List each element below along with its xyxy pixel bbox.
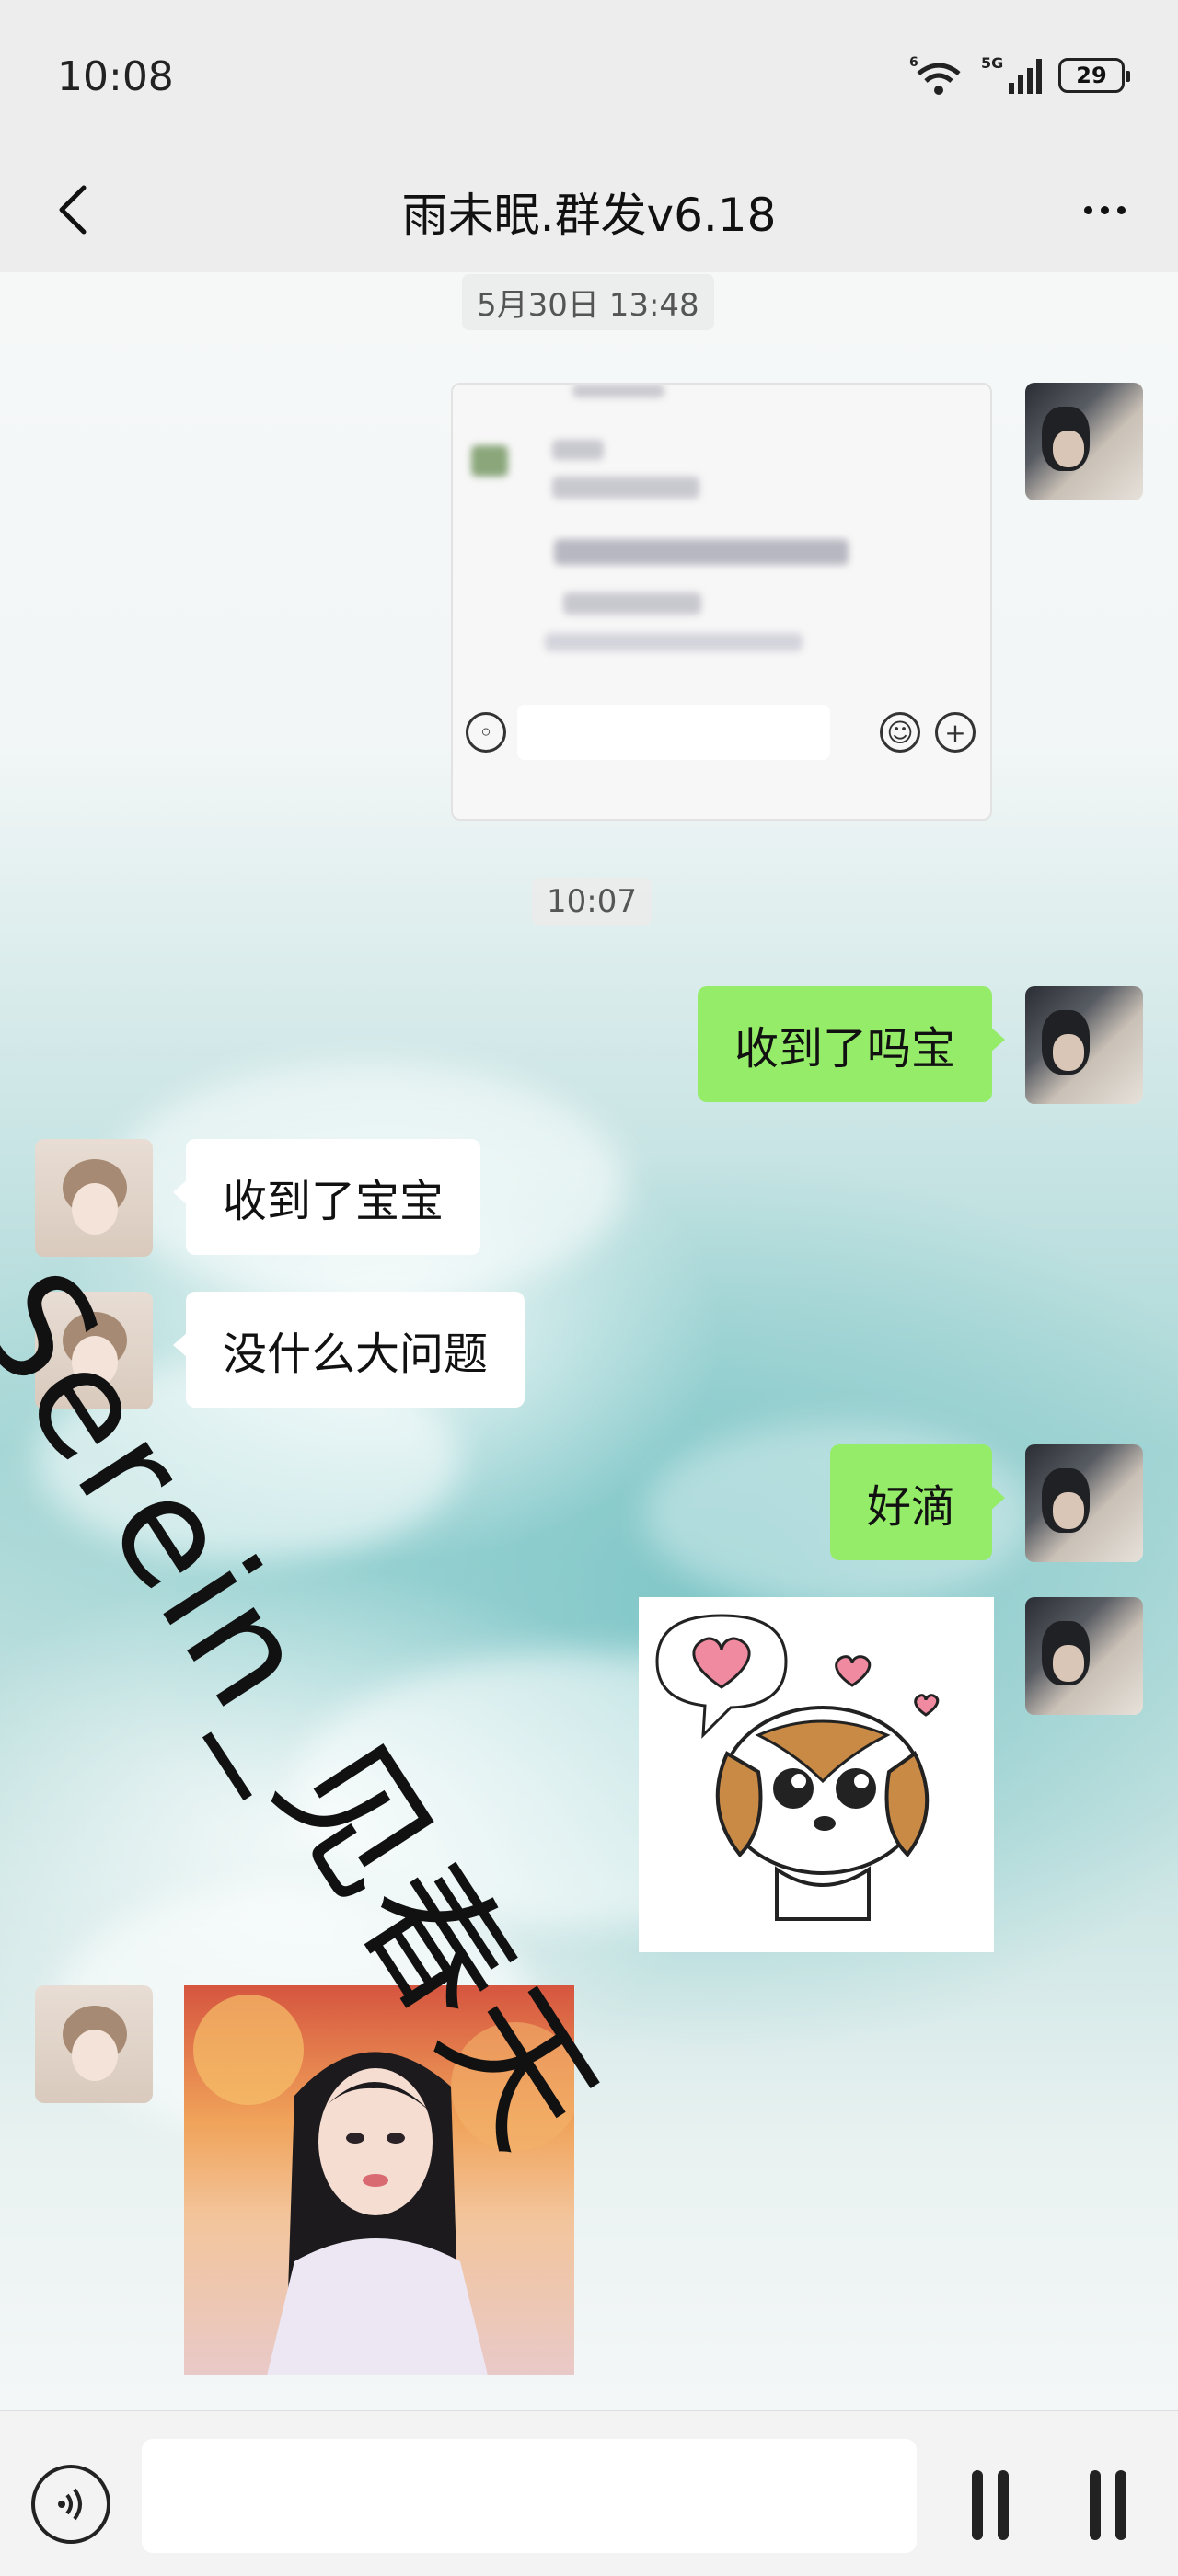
more-button[interactable] xyxy=(1068,175,1141,245)
voice-icon: ◦ xyxy=(466,712,506,753)
message-input[interactable] xyxy=(142,2439,917,2553)
voice-icon xyxy=(58,2488,82,2521)
wifi-icon: 6 xyxy=(909,55,961,95)
more-dot xyxy=(1100,205,1109,214)
status-bar: 10:08 6 5G 29 xyxy=(0,0,1178,147)
message-timestamp: 5月30日 13:48 xyxy=(462,274,714,330)
battery-icon: 29 xyxy=(1058,58,1130,93)
avatar[interactable] xyxy=(1025,1444,1143,1562)
emoji-icon: ☺ xyxy=(880,712,920,753)
screenshot-input-field xyxy=(517,705,830,760)
avatar[interactable] xyxy=(1025,383,1143,500)
message-text: 好滴 xyxy=(866,1481,955,1533)
svg-text:5G: 5G xyxy=(981,54,1003,72)
plus-icon[interactable] xyxy=(1082,2467,1134,2544)
message-timestamp: 10:07 xyxy=(532,878,652,926)
message-text: 收到了宝宝 xyxy=(223,1176,445,1227)
voice-button[interactable] xyxy=(31,2465,110,2544)
more-dot xyxy=(1116,205,1126,214)
emoji-icon[interactable] xyxy=(964,2467,1016,2544)
outgoing-message[interactable]: 好滴 xyxy=(829,1444,1006,1560)
message-text: 没什么大问题 xyxy=(223,1328,489,1380)
plus-icon: + xyxy=(935,712,976,753)
status-icons: 6 5G 29 xyxy=(909,53,1130,98)
dog-sticker-image[interactable] xyxy=(639,1597,994,1952)
avatar[interactable] xyxy=(1025,986,1143,1104)
avatar[interactable] xyxy=(35,1985,153,2103)
incoming-message[interactable]: 收到了宝宝 xyxy=(172,1139,481,1255)
message-text: 收到了吗宝 xyxy=(733,1023,955,1075)
more-dot xyxy=(1083,205,1092,214)
status-time: 10:08 xyxy=(57,53,174,100)
svg-text:6: 6 xyxy=(909,55,918,70)
dog-sticker-drawing xyxy=(655,1614,940,1921)
input-bar xyxy=(0,2410,1178,2576)
outgoing-message[interactable]: 收到了吗宝 xyxy=(697,986,1006,1102)
chat-title: 雨未眠.群发v6.18 xyxy=(401,189,777,242)
chat-header: 雨未眠.群发v6.18 xyxy=(0,147,1178,272)
cellular-signal-icon: 5G xyxy=(981,54,1042,94)
incoming-message[interactable]: 没什么大问题 xyxy=(172,1292,525,1408)
screenshot-image-message[interactable]: ◦ ☺ + xyxy=(451,383,992,821)
avatar[interactable] xyxy=(1025,1597,1143,1715)
